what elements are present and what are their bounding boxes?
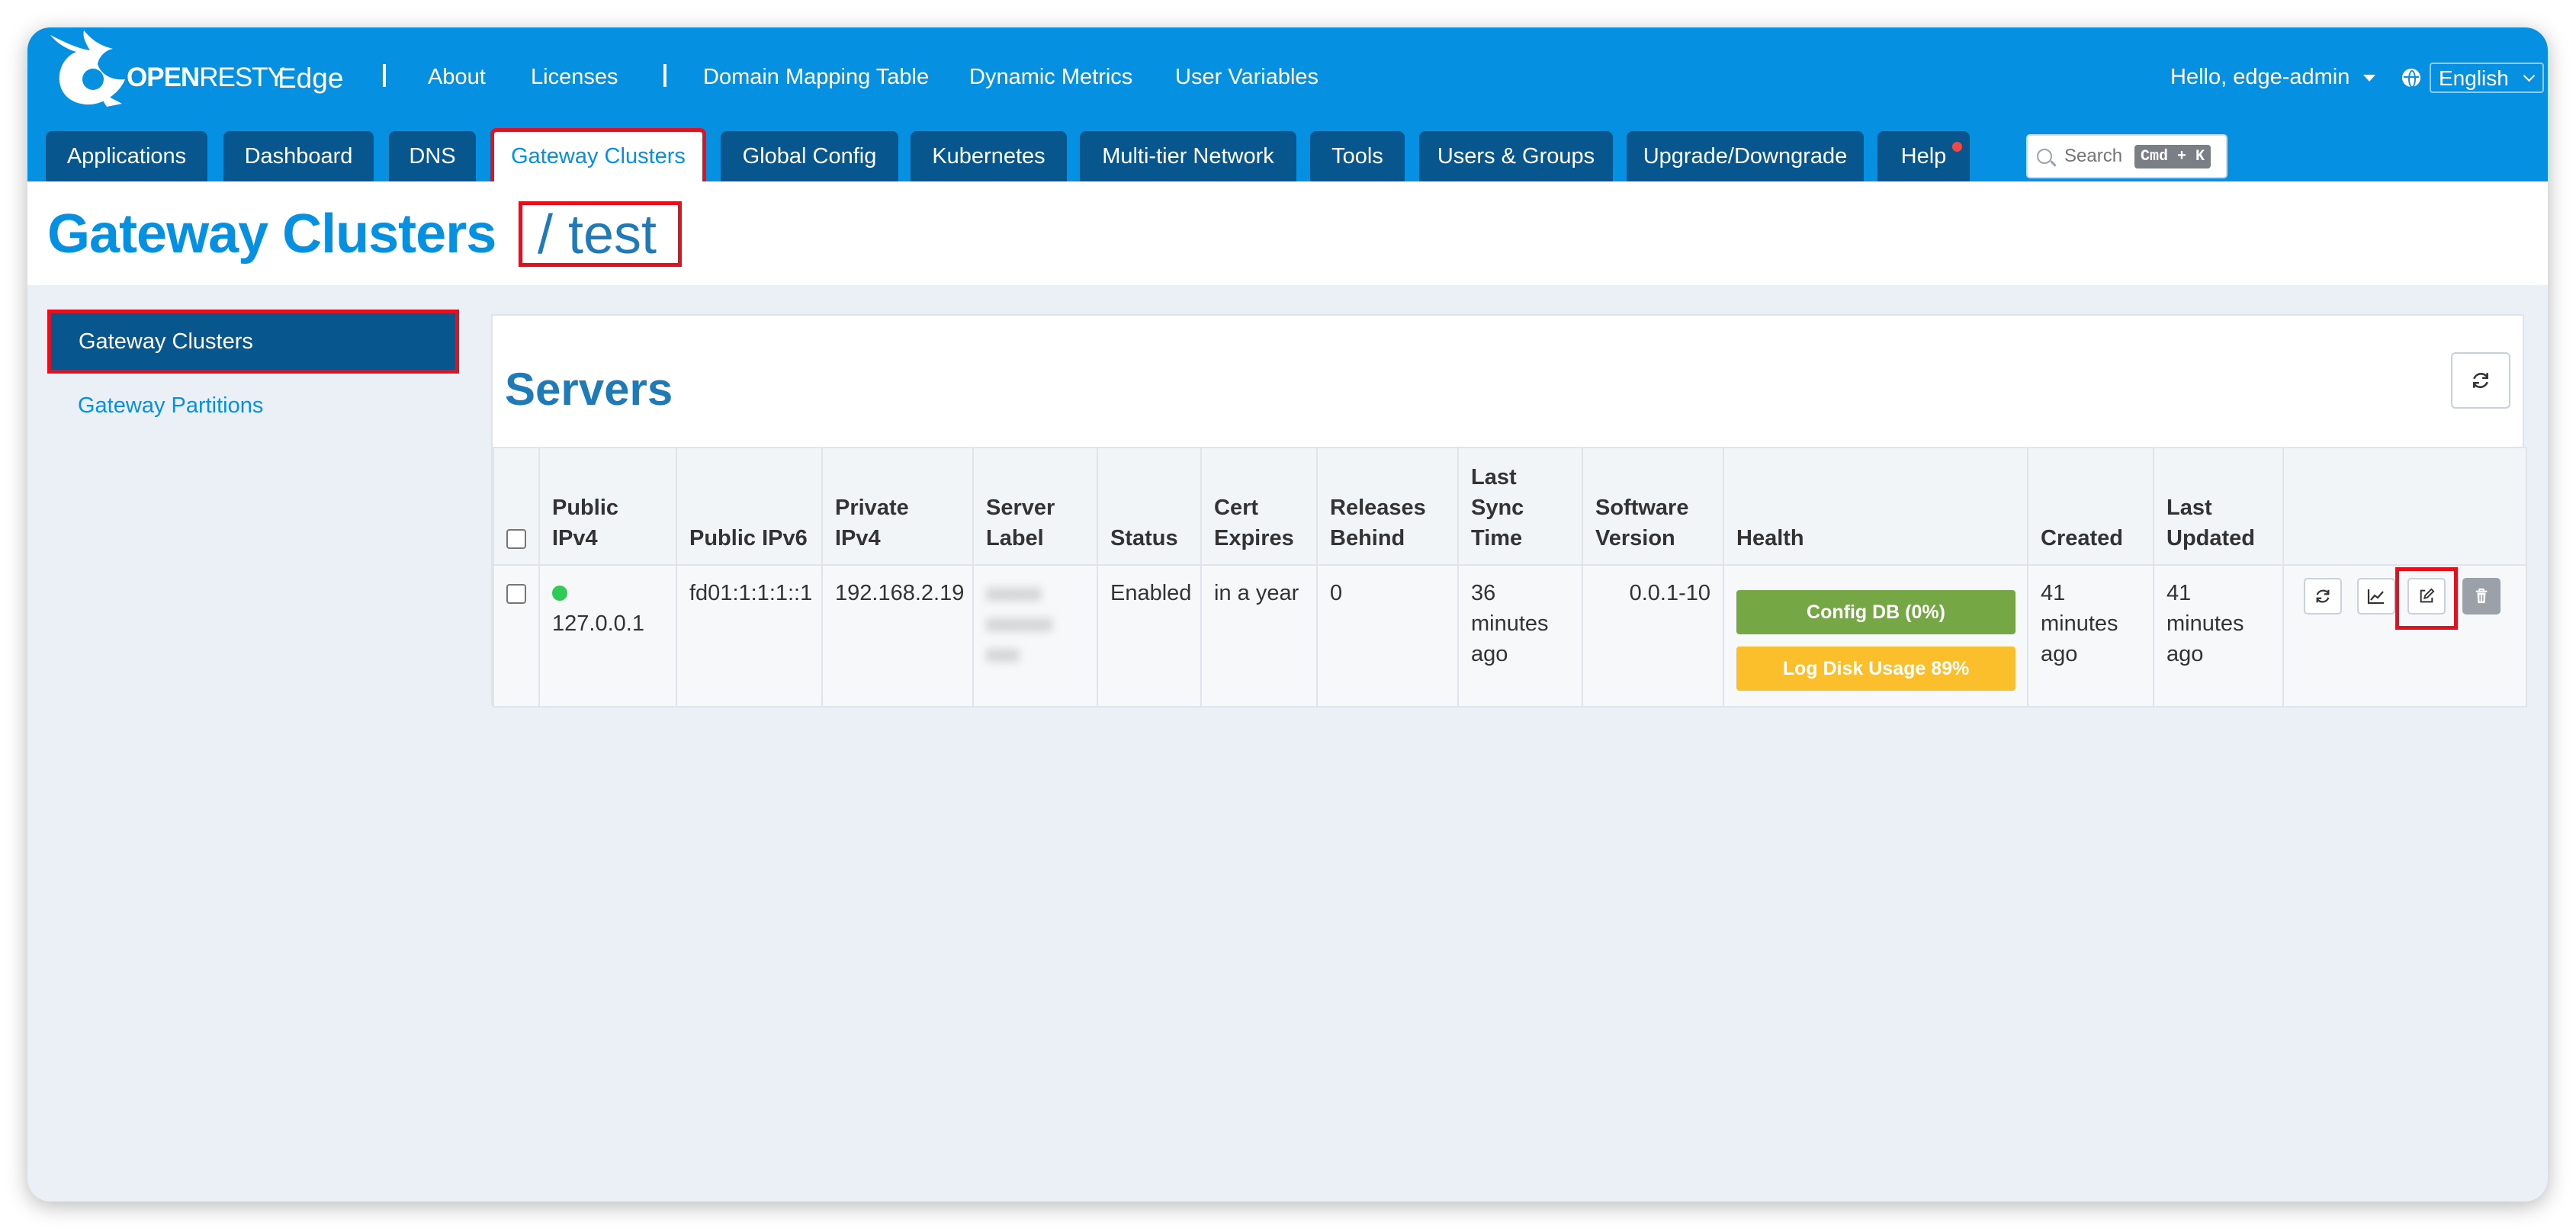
row-checkbox[interactable] xyxy=(506,584,526,605)
row-refresh-button[interactable] xyxy=(2304,578,2342,614)
refresh-icon xyxy=(2316,589,2330,603)
page-header: Gateway Clusters / test xyxy=(27,181,2548,285)
cell-software-version: 0.0.1-10 xyxy=(1582,564,1724,708)
select-all-checkbox[interactable] xyxy=(506,529,526,550)
cell-last-updated: 41 minutes ago xyxy=(2153,564,2284,708)
trash-icon xyxy=(2475,588,2488,604)
tab-kubernetes[interactable]: Kubernetes xyxy=(911,131,1067,181)
row-delete-button[interactable] xyxy=(2462,578,2501,614)
tab-dashboard[interactable]: Dashboard xyxy=(223,131,374,181)
row-actions xyxy=(2296,567,2513,630)
column-header[interactable]: Public IPv4 xyxy=(538,447,677,566)
cell-public-ipv6: fd01:1:1:1::1 xyxy=(676,564,823,708)
cell-last-sync: 36 minutes ago xyxy=(1457,564,1583,708)
tab-multi-tier-network[interactable]: Multi-tier Network xyxy=(1080,131,1296,181)
caret-down-icon xyxy=(2363,74,2376,82)
sidebar-item-gateway-partitions[interactable]: Gateway Partitions xyxy=(78,393,263,419)
page-title: Gateway Clusters xyxy=(47,204,496,265)
row-metrics-button[interactable] xyxy=(2357,578,2395,614)
column-header[interactable]: Public IPv6 xyxy=(676,447,823,566)
breadcrumb-cluster-name[interactable]: / test xyxy=(538,204,657,266)
tab-upgrade-downgrade[interactable]: Upgrade/Downgrade xyxy=(1627,131,1864,181)
cell-created: 41 minutes ago xyxy=(2027,564,2154,708)
search-box[interactable]: Cmd + K xyxy=(2026,134,2228,178)
table-header-row: Public IPv4 Public IPv6 Private IPv4 Ser… xyxy=(493,447,2527,566)
cell-server-label: xxxxx xxxxxx xxx xyxy=(972,564,1098,708)
column-header[interactable]: Created xyxy=(2027,447,2154,566)
online-status-dot xyxy=(552,586,567,601)
openresty-logo[interactable]: OPENRESTY xyxy=(46,27,297,116)
server-label-blurred: xxxxx xxxxxx xxx xyxy=(986,581,1052,666)
sidebar-item-gateway-clusters[interactable]: Gateway Clusters xyxy=(47,310,459,374)
cell-cert-expires: in a year xyxy=(1200,564,1318,708)
notification-dot xyxy=(1952,142,1962,152)
column-header[interactable]: Releases Behind xyxy=(1316,447,1459,566)
health-config-db-bar[interactable]: Config DB (0%) xyxy=(1736,590,2016,634)
edit-button-highlight xyxy=(2395,567,2458,630)
nav-link-domain-mapping-table[interactable]: Domain Mapping Table xyxy=(703,65,929,90)
row-select-cell xyxy=(493,564,540,708)
tab-applications[interactable]: Applications xyxy=(46,131,207,181)
user-menu[interactable]: Hello, edge-admin xyxy=(2170,65,2376,90)
line-chart-icon xyxy=(2367,589,2384,605)
servers-panel: Servers Public IPv4 Public IPv6 Private … xyxy=(491,314,2527,708)
top-navbar: OPENRESTY Edge About Licenses Domain Map… xyxy=(27,27,2548,181)
column-header[interactable]: Cert Expires xyxy=(1200,447,1318,566)
nav-link-user-variables[interactable]: User Variables xyxy=(1175,65,1319,90)
cell-releases-behind: 0 xyxy=(1316,564,1459,708)
tab-global-config[interactable]: Global Config xyxy=(721,131,898,181)
column-header[interactable]: Status xyxy=(1097,447,1202,566)
language-switcher: English xyxy=(2402,63,2544,93)
tab-help[interactable]: Help xyxy=(1877,131,1970,181)
table-row: 127.0.0.1 fd01:1:1:1::1 192.168.2.19 xxx… xyxy=(493,564,2527,708)
column-header[interactable]: Last Updated xyxy=(2153,447,2284,566)
nav-separator xyxy=(383,64,386,87)
select-all-cell xyxy=(493,447,540,566)
cell-health: Config DB (0%) Log Disk Usage 89% xyxy=(1723,564,2028,708)
nav-link-about[interactable]: About xyxy=(428,65,486,90)
nav-link-licenses[interactable]: Licenses xyxy=(531,65,618,90)
search-input[interactable] xyxy=(2064,146,2134,167)
nav-link-dynamic-metrics[interactable]: Dynamic Metrics xyxy=(969,65,1132,90)
product-name: Edge xyxy=(278,63,344,94)
globe-icon xyxy=(2402,69,2420,88)
cell-status: Enabled xyxy=(1097,564,1202,708)
logo-wordmark: OPENRESTY xyxy=(127,63,285,92)
column-header[interactable]: Private IPv4 xyxy=(821,447,974,566)
search-icon xyxy=(2037,149,2052,164)
refresh-button[interactable] xyxy=(2451,352,2510,409)
user-greeting: Hello, edge-admin xyxy=(2170,65,2350,89)
cell-actions xyxy=(2282,564,2527,708)
tab-dns[interactable]: DNS xyxy=(389,131,476,181)
column-header[interactable]: Health xyxy=(1723,447,2028,566)
cell-public-ipv4: 127.0.0.1 xyxy=(538,564,677,708)
tab-gateway-clusters[interactable]: Gateway Clusters xyxy=(490,128,706,181)
column-header[interactable]: Software Version xyxy=(1582,447,1724,566)
servers-table: Public IPv4 Public IPv6 Private IPv4 Ser… xyxy=(493,447,2527,708)
search-shortcut-badge: Cmd + K xyxy=(2134,144,2211,168)
cell-private-ipv4: 192.168.2.19 xyxy=(821,564,974,708)
column-header[interactable]: Last Sync Time xyxy=(1457,447,1583,566)
servers-title: Servers xyxy=(505,364,673,415)
column-header[interactable]: Server Label xyxy=(972,447,1098,566)
chevron-down-icon xyxy=(2523,69,2536,82)
health-log-disk-bar[interactable]: Log Disk Usage 89% xyxy=(1736,647,2016,691)
breadcrumb-highlight: / test xyxy=(519,201,682,267)
tab-tools[interactable]: Tools xyxy=(1310,131,1405,181)
tab-users-groups[interactable]: Users & Groups xyxy=(1419,131,1613,181)
app-window: OPENRESTY Edge About Licenses Domain Map… xyxy=(27,27,2548,1202)
language-select[interactable]: English xyxy=(2430,63,2544,93)
nav-separator xyxy=(663,64,666,87)
actions-header xyxy=(2282,447,2527,566)
refresh-icon xyxy=(2473,373,2488,388)
